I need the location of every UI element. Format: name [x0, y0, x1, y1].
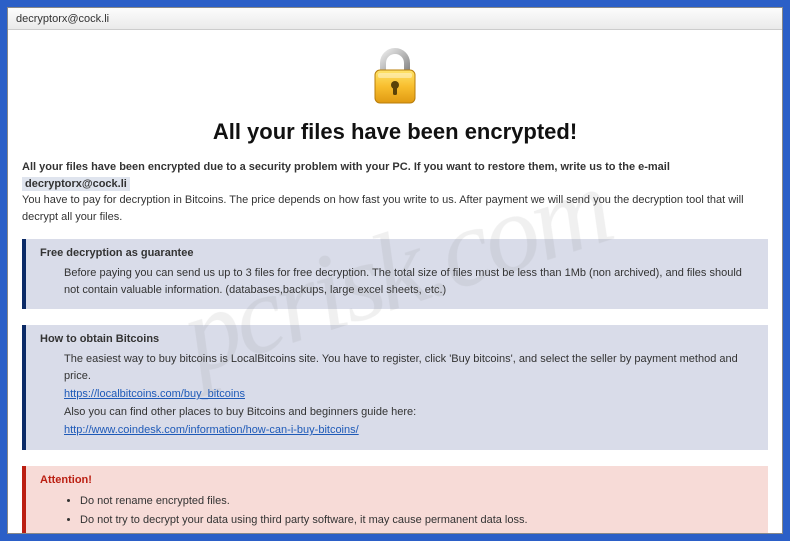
obtain-bitcoins-box: How to obtain Bitcoins The easiest way t…: [22, 325, 768, 450]
list-item: Do not rename encrypted files.: [80, 492, 756, 511]
obtain-bitcoins-body: The easiest way to buy bitcoins is Local…: [40, 351, 756, 440]
free-decryption-title: Free decryption as guarantee: [40, 247, 756, 259]
intro-bold: All your files have been encrypted due t…: [22, 161, 670, 173]
btc-line1: The easiest way to buy bitcoins is Local…: [64, 353, 738, 382]
window-title: decryptorx@cock.li: [16, 13, 109, 25]
attention-list: Do not rename encrypted files. Do not tr…: [40, 492, 756, 533]
free-decryption-body: Before paying you can send us up to 3 fi…: [40, 265, 756, 299]
lock-icon-wrap: [22, 38, 768, 113]
attention-title: Attention!: [40, 474, 756, 486]
intro-paragraph: All your files have been encrypted due t…: [22, 159, 768, 225]
list-item: Decryption of your files with the help o…: [80, 530, 756, 533]
list-item: Do not try to decrypt your data using th…: [80, 511, 756, 530]
free-decryption-box: Free decryption as guarantee Before payi…: [22, 239, 768, 309]
content-body: All your files have been encrypted! All …: [8, 30, 782, 533]
contact-email: decryptorx@cock.li: [22, 177, 130, 191]
content-scroll[interactable]: All your files have been encrypted! All …: [8, 30, 782, 533]
attention-box: Attention! Do not rename encrypted files…: [22, 466, 768, 533]
titlebar: decryptorx@cock.li: [8, 8, 782, 30]
btc-line2: Also you can find other places to buy Bi…: [64, 406, 416, 418]
intro-line2: You have to pay for decryption in Bitcoi…: [22, 194, 744, 223]
obtain-bitcoins-title: How to obtain Bitcoins: [40, 333, 756, 345]
coindesk-link[interactable]: http://www.coindesk.com/information/how-…: [64, 422, 359, 439]
lock-icon: [369, 46, 421, 106]
ransom-note-window: decryptorx@cock.li: [7, 7, 783, 534]
localbitcoins-link[interactable]: https://localbitcoins.com/buy_bitcoins: [64, 386, 245, 403]
main-heading: All your files have been encrypted!: [22, 119, 768, 145]
